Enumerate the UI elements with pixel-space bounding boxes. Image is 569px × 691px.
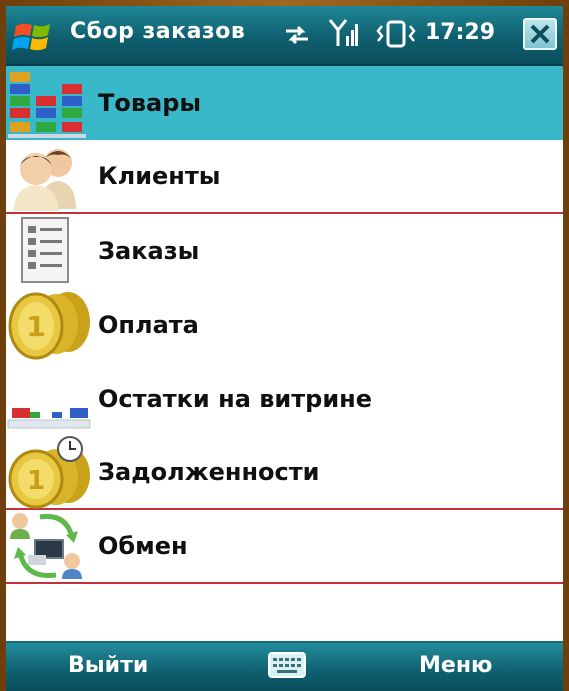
- menu-item-debts[interactable]: 1 Задолженности: [6, 436, 563, 510]
- menu-item-label: Товары: [98, 89, 202, 117]
- svg-text:1: 1: [27, 466, 45, 496]
- menu-item-goods[interactable]: Товары: [6, 66, 563, 140]
- close-icon: [530, 24, 550, 44]
- exchange-icon: [6, 509, 96, 583]
- menu-item-clients[interactable]: Клиенты: [6, 140, 563, 214]
- main-menu-list: Товары Клиенты Заказы 1 Оплата Остатки н…: [6, 66, 563, 584]
- signal-strength-icon[interactable]: [328, 18, 358, 50]
- keyboard-icon[interactable]: [268, 651, 306, 679]
- goods-icon: [6, 66, 96, 140]
- menu-item-payment[interactable]: 1 Оплата: [6, 288, 563, 362]
- window-title: Сбор заказов: [70, 19, 246, 44]
- orders-icon: [6, 214, 96, 288]
- menu-softkey[interactable]: Меню: [419, 653, 492, 678]
- coins-icon: 1: [6, 288, 96, 362]
- title-bar: Сбор заказов 17:29: [6, 6, 563, 66]
- menu-item-label: Задолженности: [98, 458, 320, 486]
- menu-item-label: Остатки на витрине: [98, 385, 373, 413]
- clients-icon: [6, 139, 96, 213]
- screen: Сбор заказов 17:29 Товары Клиенты Заказы…: [6, 6, 563, 691]
- menu-item-label: Клиенты: [98, 162, 221, 190]
- close-button[interactable]: [523, 18, 557, 50]
- exit-softkey[interactable]: Выйти: [68, 653, 148, 678]
- menu-item-orders[interactable]: Заказы: [6, 214, 563, 288]
- shelf-stock-icon: [6, 362, 96, 436]
- menu-item-label: Обмен: [98, 532, 188, 560]
- menu-item-label: Оплата: [98, 311, 199, 339]
- menu-item-exchange[interactable]: Обмен: [6, 510, 563, 584]
- coins-clock-icon: 1: [6, 435, 96, 509]
- svg-text:1: 1: [26, 310, 45, 343]
- windows-start-icon[interactable]: [10, 16, 62, 56]
- soft-key-bar: Выйти Меню: [6, 641, 563, 691]
- menu-item-shelf-stock[interactable]: Остатки на витрине: [6, 362, 563, 436]
- sync-arrows-icon[interactable]: [284, 24, 310, 46]
- vibrate-mode-icon[interactable]: [376, 18, 420, 50]
- clock[interactable]: 17:29: [425, 20, 495, 45]
- menu-item-label: Заказы: [98, 237, 200, 265]
